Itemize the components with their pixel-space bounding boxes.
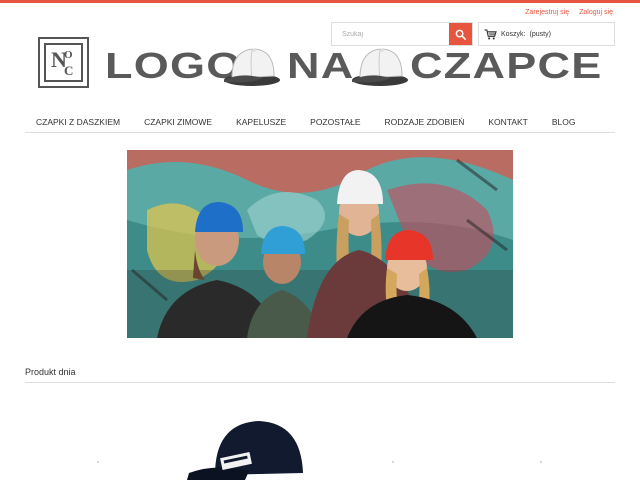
cart-icon bbox=[484, 28, 497, 39]
logo-mark-frame: N O C bbox=[44, 43, 83, 82]
cart-status: (pusty) bbox=[529, 30, 551, 38]
search-icon bbox=[455, 29, 466, 40]
logo-mark-letter: O bbox=[64, 49, 73, 61]
nav-item-czapki-zimowe[interactable]: CZAPKI ZIMOWE bbox=[132, 114, 224, 132]
logo-word-na: NA bbox=[287, 45, 355, 86]
hero-banner-image bbox=[127, 150, 513, 338]
login-link[interactable]: Zaloguj się bbox=[579, 9, 613, 16]
nav-item-blog[interactable]: BLOG bbox=[540, 114, 588, 132]
cart-label: Koszyk: bbox=[501, 30, 526, 38]
search-box bbox=[331, 22, 473, 46]
section-title-produkt-dnia: Produkt dnia bbox=[25, 367, 615, 383]
cart-box[interactable]: Koszyk: (pusty) bbox=[478, 22, 615, 46]
hero-banner[interactable] bbox=[127, 150, 513, 338]
cap-icon bbox=[352, 48, 408, 86]
register-link[interactable]: Zarejestruj się bbox=[525, 9, 569, 16]
account-links: Zarejestruj się Zaloguj się bbox=[525, 9, 613, 16]
logo-mark[interactable]: N O C bbox=[38, 37, 89, 88]
logo-word-czapce: CZAPCE bbox=[410, 45, 603, 86]
nav-item-pozostale[interactable]: POZOSTAŁE bbox=[298, 114, 372, 132]
top-accent-bar bbox=[0, 0, 640, 3]
product-dot bbox=[97, 461, 99, 463]
logo-mark-letter: C bbox=[64, 63, 74, 78]
nav-item-rodzaje-zdobien[interactable]: RODZAJE ZDOBIEŃ bbox=[373, 114, 477, 132]
nav-item-kontakt[interactable]: KONTAKT bbox=[476, 114, 540, 132]
product-dot bbox=[392, 461, 394, 463]
search-button[interactable] bbox=[449, 23, 472, 45]
product-image[interactable] bbox=[185, 415, 310, 480]
nav-item-kapelusze[interactable]: KAPELUSZE bbox=[224, 114, 298, 132]
search-input[interactable] bbox=[332, 23, 449, 45]
product-dot bbox=[540, 461, 542, 463]
cap-icon bbox=[224, 48, 280, 86]
nav-item-czapki-z-daszkiem[interactable]: CZAPKI Z DASZKIEM bbox=[25, 114, 132, 132]
main-nav: CZAPKI Z DASZKIEM CZAPKI ZIMOWE KAPELUSZ… bbox=[25, 114, 615, 133]
